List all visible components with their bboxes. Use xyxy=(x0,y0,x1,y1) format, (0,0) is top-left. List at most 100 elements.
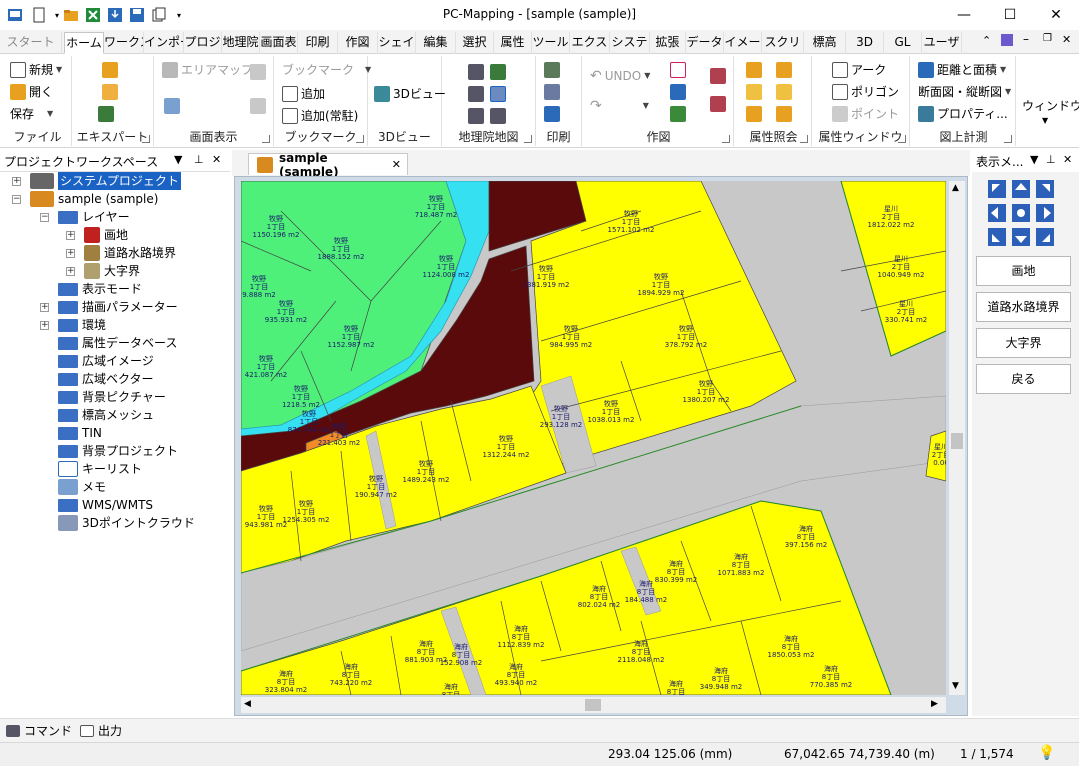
tab-18[interactable]: イメー xyxy=(724,32,762,54)
expander-icon[interactable]: + xyxy=(40,303,49,312)
area-map-button[interactable]: エリアマップ xyxy=(162,60,253,80)
tab-17[interactable]: データ xyxy=(686,32,724,54)
map-svg[interactable]: 牧野 1丁目 718.487 m2牧野 1丁目 1150.196 m2牧野 1丁目 1888… xyxy=(241,181,946,695)
tab-6[interactable]: 画面表 xyxy=(260,32,298,54)
tab-4[interactable]: プロジ xyxy=(184,32,222,54)
help-icon[interactable] xyxy=(1000,33,1014,50)
attr-ref-launcher-icon[interactable] xyxy=(800,135,808,143)
expander-icon[interactable]: + xyxy=(12,177,21,186)
draw-launcher-icon[interactable] xyxy=(722,135,730,143)
back-button[interactable]: 戻る xyxy=(976,364,1071,394)
section-view-button[interactable]: 断面図・縦断図 ▼ xyxy=(918,82,1011,102)
vertical-scroll-thumb[interactable] xyxy=(951,433,963,449)
open-button[interactable]: 開く xyxy=(10,82,53,102)
tree-item[interactable]: メモ xyxy=(58,478,106,496)
tree-system-project[interactable]: システムプロジェクト xyxy=(30,172,181,190)
pan-northwest-icon[interactable] xyxy=(986,178,1008,200)
save-button[interactable]: 保存 ▼ xyxy=(10,104,53,124)
pane-menu-icon[interactable]: ▼ xyxy=(1030,153,1038,166)
measure-launcher-icon[interactable] xyxy=(1004,135,1012,143)
expert-stack-icon[interactable] xyxy=(102,84,118,100)
tree-item[interactable]: 背景プロジェクト xyxy=(58,442,178,460)
gsi-tile-icon-4[interactable] xyxy=(490,86,506,102)
scroll-left-icon[interactable]: ◀ xyxy=(244,699,251,709)
arc-attr-button[interactable]: アーク xyxy=(832,60,886,80)
tree-item[interactable]: 3Dポイントクラウド xyxy=(58,514,195,532)
tree-item[interactable]: 広域ベクター xyxy=(58,370,154,388)
tab-2[interactable]: ワークス xyxy=(104,32,144,54)
maximize-button[interactable]: ☐ xyxy=(987,0,1033,30)
tab-7[interactable]: 印刷 xyxy=(298,32,338,54)
tree-item[interactable]: TIN xyxy=(58,424,102,442)
display-gray-icon[interactable] xyxy=(250,64,266,80)
expert-launcher-icon[interactable] xyxy=(142,135,150,143)
command-tab[interactable]: コマンド xyxy=(6,721,72,741)
attr-ref-icon-5[interactable] xyxy=(746,106,762,122)
document-close-icon[interactable]: ✕ xyxy=(392,158,401,171)
tab-13[interactable]: ツール xyxy=(532,32,570,54)
toggle-parcel-button[interactable]: 画地 xyxy=(976,256,1071,286)
print-preview-icon[interactable] xyxy=(544,84,560,100)
bookmark-add-resident-button[interactable]: 追加(常駐) xyxy=(282,106,358,126)
horizontal-scrollbar[interactable]: ◀ ▶ xyxy=(241,697,946,713)
expander-icon[interactable]: − xyxy=(12,195,21,204)
tab-15[interactable]: システ xyxy=(610,32,650,54)
tab-5[interactable]: 地理院 xyxy=(222,32,260,54)
collapse-ribbon-icon[interactable]: ⌃ xyxy=(982,34,991,47)
attr-window-launcher-icon[interactable] xyxy=(898,135,906,143)
display-launcher-icon[interactable] xyxy=(262,135,270,143)
pan-northeast-icon[interactable] xyxy=(1034,178,1056,200)
attr-ref-icon-2[interactable] xyxy=(776,62,792,78)
pan-south-icon[interactable] xyxy=(1010,226,1032,248)
tree-item[interactable]: 描画パラメーター xyxy=(58,298,178,316)
tab-8[interactable]: 作図 xyxy=(338,32,378,54)
pan-east-icon[interactable] xyxy=(1034,202,1056,224)
draw-node-icon[interactable] xyxy=(670,106,686,122)
tree-item[interactable]: 広域イメージ xyxy=(58,352,154,370)
pane-close-icon[interactable]: ✕ xyxy=(1063,153,1072,166)
vertical-scrollbar[interactable]: ▲ ▼ xyxy=(949,181,965,695)
pin-icon[interactable]: ⊥ xyxy=(1046,153,1056,166)
expander-icon[interactable]: + xyxy=(66,267,75,276)
expander-icon[interactable]: + xyxy=(66,231,75,240)
undo-button[interactable]: ↶ UNDO ▼ xyxy=(590,66,650,86)
redo-button[interactable]: ↷ ▼ xyxy=(590,96,649,116)
display-gray-icon-2[interactable] xyxy=(250,98,266,114)
bookmark-dropdown[interactable]: ブックマーク ▼ xyxy=(282,60,371,80)
scroll-down-icon[interactable]: ▼ xyxy=(952,681,959,691)
mdi-close-icon[interactable]: ✕ xyxy=(1062,33,1071,46)
pan-southeast-icon[interactable] xyxy=(1034,226,1056,248)
tree-item[interactable]: キーリスト xyxy=(58,460,142,478)
tab-1[interactable]: ホーム xyxy=(64,32,104,54)
minimize-button[interactable]: — xyxy=(941,0,987,30)
print-setup-icon[interactable] xyxy=(544,106,560,122)
attr-ref-icon-3[interactable] xyxy=(746,84,762,100)
pane-close-icon[interactable]: ✕ xyxy=(212,153,221,166)
scroll-up-icon[interactable]: ▲ xyxy=(952,183,959,193)
mdi-restore-icon[interactable]: ❐ xyxy=(1043,33,1052,44)
print-icon[interactable] xyxy=(544,62,560,78)
tab-23[interactable]: ユーザ xyxy=(922,32,962,54)
expander-icon[interactable]: + xyxy=(66,249,75,258)
new-button[interactable]: 新規 ▼ xyxy=(10,60,62,80)
tab-19[interactable]: スクリ xyxy=(762,32,804,54)
attr-ref-icon-6[interactable] xyxy=(776,106,792,122)
window-dropdown-icon[interactable]: ▼ xyxy=(1042,116,1048,125)
tab-9[interactable]: シェイ xyxy=(378,32,416,54)
gsi-launcher-icon[interactable] xyxy=(524,135,532,143)
expander-icon[interactable]: − xyxy=(40,213,49,222)
tab-11[interactable]: 選択 xyxy=(456,32,494,54)
output-tab[interactable]: 出力 xyxy=(80,721,122,741)
close-button[interactable]: ✕ xyxy=(1033,0,1079,30)
gsi-tile-icon-6[interactable] xyxy=(490,108,506,124)
tab-14[interactable]: エクス xyxy=(570,32,610,54)
tab-16[interactable]: 拡張 xyxy=(650,32,686,54)
pan-north-icon[interactable] xyxy=(1010,178,1032,200)
distance-area-button[interactable]: 距離と面積 ▼ xyxy=(918,60,1006,80)
eraser-icon[interactable] xyxy=(710,68,726,84)
tree-layer[interactable]: レイヤー xyxy=(58,208,130,226)
tab-22[interactable]: GL xyxy=(884,32,922,54)
tree-item[interactable]: 環境 xyxy=(58,316,106,334)
tree-item[interactable]: 表示モード xyxy=(58,280,142,298)
tree-item[interactable]: 標高メッシュ xyxy=(58,406,154,424)
